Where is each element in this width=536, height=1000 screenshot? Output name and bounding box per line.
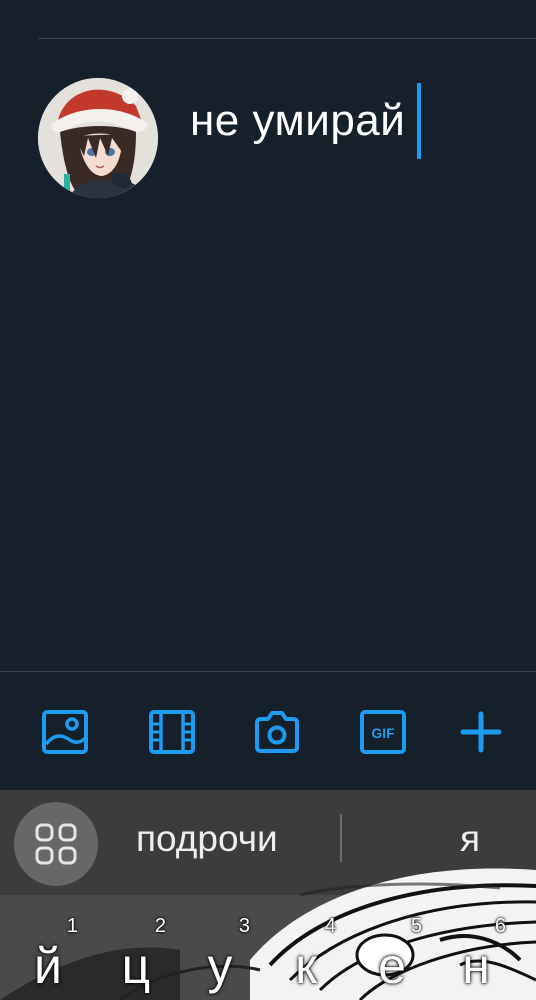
key-hint: 4: [324, 915, 336, 937]
apps-button[interactable]: [14, 802, 98, 886]
key-hint: 2: [154, 915, 166, 937]
media-toolbar: GIF: [0, 672, 536, 790]
gif-label: GIF: [371, 725, 395, 741]
compose-screen: не умирай GIF подрочи я 1 й 2 ц 3 у 4 к …: [0, 0, 536, 1000]
key-1[interactable]: 1 й: [4, 895, 92, 1000]
suggestion-divider: [340, 814, 342, 862]
avatar[interactable]: [38, 78, 158, 198]
key-2[interactable]: 2 ц: [92, 895, 180, 1000]
text-caret: [417, 83, 422, 159]
top-divider: [38, 38, 536, 39]
key-3[interactable]: 3 у: [176, 895, 264, 1000]
gif-button[interactable]: GIF: [358, 707, 408, 757]
gif-icon: GIF: [360, 710, 406, 754]
camera-icon: [255, 711, 299, 753]
avatar-image: [38, 78, 158, 198]
key-hint: 1: [66, 915, 78, 937]
compose-row: не умирай: [38, 78, 536, 198]
key-char: у: [207, 938, 233, 994]
camera-button[interactable]: [252, 707, 302, 757]
key-6[interactable]: 6 н: [432, 895, 520, 1000]
plus-icon: [460, 711, 502, 753]
keyboard: подрочи я 1 й 2 ц 3 у 4 к 5 е 6 н: [0, 790, 536, 1000]
compose-text-field[interactable]: не умирай: [190, 83, 422, 159]
key-5[interactable]: 5 е: [348, 895, 436, 1000]
suggestion-2[interactable]: я: [460, 818, 480, 860]
key-char: ц: [121, 938, 151, 994]
compose-text: не умирай: [190, 96, 406, 145]
key-hint: 3: [238, 915, 250, 937]
suggestion-1[interactable]: подрочи: [136, 818, 278, 860]
key-4[interactable]: 4 к: [262, 895, 350, 1000]
video-icon: [149, 710, 195, 754]
key-char: н: [462, 938, 490, 994]
key-char: й: [34, 938, 62, 994]
key-row-top: 1 й 2 ц 3 у 4 к 5 е 6 н: [0, 895, 536, 1000]
add-button[interactable]: [456, 707, 506, 757]
key-hint: 5: [410, 915, 422, 937]
apps-grid-icon: [35, 823, 77, 865]
image-button[interactable]: [40, 707, 90, 757]
key-hint: 6: [494, 915, 506, 937]
suggestion-bar: подрочи я: [0, 790, 536, 895]
video-button[interactable]: [147, 707, 197, 757]
image-icon: [42, 710, 88, 754]
key-char: е: [378, 938, 406, 994]
key-char: к: [295, 938, 317, 994]
